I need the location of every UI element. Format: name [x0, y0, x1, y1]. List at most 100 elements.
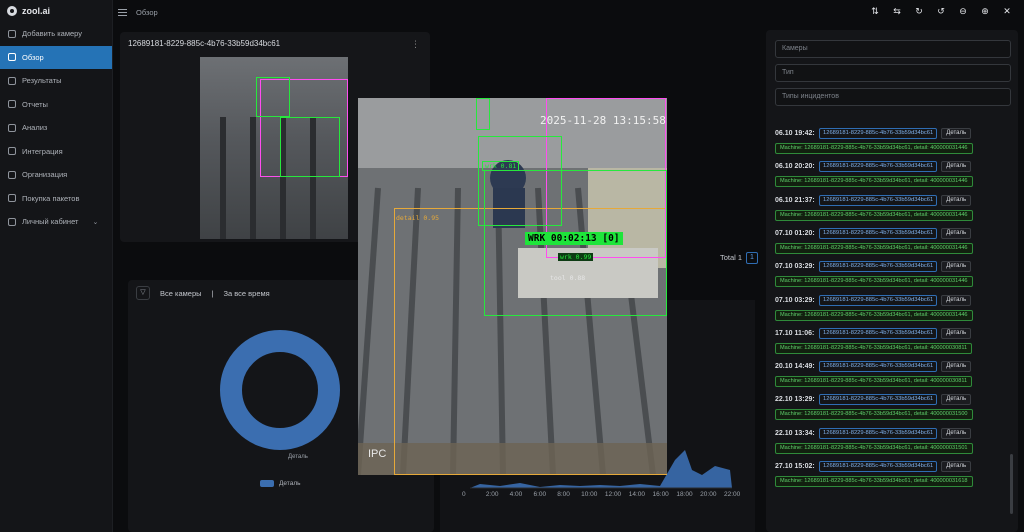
event-time: 07.10 03:29:	[775, 296, 815, 304]
flip-horizontal-icon[interactable]: ⇆	[890, 4, 904, 18]
x-tick-label: 22:00	[724, 491, 741, 498]
rotate-right-icon[interactable]: ↻	[912, 4, 926, 18]
scrollbar[interactable]	[1010, 454, 1013, 514]
event-detail-button[interactable]: Деталь	[941, 427, 972, 439]
floor-rail	[220, 117, 226, 239]
camera-thumbnail[interactable]	[200, 57, 348, 239]
close-icon[interactable]: ✕	[1000, 4, 1014, 18]
event-tag: Machine: 12689181-8229-885c-4b76-33b59d3…	[775, 409, 973, 421]
x-tick-label: 10:00	[581, 491, 598, 498]
event-item[interactable]: 07.10 01:20: 12689181-8229-885c-4b76-33b5…	[775, 227, 1011, 254]
total-count: Total 1	[720, 253, 743, 262]
event-item[interactable]: 07.10 03:29: 12689181-8229-885c-4b76-33b5…	[775, 260, 1011, 288]
event-detail-button[interactable]: Деталь	[941, 227, 972, 239]
x-tick-label: 4:00	[509, 491, 523, 498]
event-detail-button[interactable]: Деталь	[941, 461, 972, 472]
sidebar-item-reports[interactable]: Отчеты	[0, 93, 112, 117]
flip-vertical-icon[interactable]: ⇅	[868, 4, 882, 18]
event-time: 22.10 13:34:	[775, 429, 815, 437]
sidebar-item-buy-packages[interactable]: Покупка пакетов	[0, 187, 112, 211]
event-camera-chip[interactable]: 12689181-8229-885c-4b76-33b59d34bc61	[819, 461, 938, 472]
report-icon	[8, 100, 16, 109]
detection-box	[280, 117, 340, 177]
video-viewer[interactable]: detail 0.95 wrk 0.81 wrk 0.99 tool 0.88 …	[358, 98, 667, 475]
event-detail-button[interactable]: Деталь	[941, 261, 972, 273]
event-camera-chip[interactable]: 12689181-8229-885c-4b76-33b59d34bc61	[819, 327, 938, 339]
sidebar-item-overview[interactable]: Обзор	[0, 45, 112, 69]
sidebar-item-analysis[interactable]: Анализ	[0, 116, 112, 140]
legend-swatch	[260, 480, 274, 487]
event-detail-button[interactable]: Деталь	[941, 128, 972, 139]
filter-cameras[interactable]: Все камеры	[160, 289, 202, 298]
cameras-select[interactable]: Камеры	[775, 40, 1011, 58]
menu-toggle-icon[interactable]	[118, 8, 127, 16]
event-camera-chip[interactable]: 12689181-8229-885c-4b76-33b59d34bc61	[819, 361, 938, 373]
event-detail-button[interactable]: Деталь	[941, 194, 972, 206]
chart-legend[interactable]: Деталь	[260, 480, 301, 487]
event-camera-chip[interactable]: 12689181-8229-885c-4b76-33b59d34bc61	[819, 394, 938, 406]
event-item[interactable]: 22.10 13:29: 12689181-8229-885c-4b76-33b5…	[775, 393, 1011, 421]
event-tag: Machine: 12689181-8229-885c-4b76-33b59d3…	[775, 376, 973, 388]
event-camera-chip[interactable]: 12689181-8229-885c-4b76-33b59d34bc61	[819, 294, 938, 306]
event-tag: Machine: 12689181-8229-885c-4b76-33b59d3…	[775, 276, 973, 288]
event-camera-chip[interactable]: 12689181-8229-885c-4b76-33b59d34bc61	[819, 194, 938, 206]
event-camera-chip[interactable]: 12689181-8229-885c-4b76-33b59d34bc61	[819, 427, 938, 439]
event-item[interactable]: 07.10 03:29: 12689181-8229-885c-4b76-33b5…	[775, 294, 1011, 321]
event-tag: Machine: 12689181-8229-885c-4b76-33b59d3…	[775, 242, 973, 254]
event-camera-chip[interactable]: 12689181-8229-885c-4b76-33b59d34bc61	[819, 261, 938, 273]
donut-slice-label: Деталь	[288, 454, 308, 460]
zoom-in-icon[interactable]: ⊕	[978, 4, 992, 18]
more-options-icon[interactable]: ⋮	[411, 39, 420, 50]
event-time: 07.10 01:20:	[775, 229, 815, 237]
floor-rail	[250, 117, 256, 239]
brand[interactable]: zool.ai	[0, 0, 112, 22]
x-tick-label: 2:00	[485, 491, 499, 498]
brand-name: zool.ai	[22, 6, 51, 16]
sidebar-item-results[interactable]: Результаты	[0, 69, 112, 93]
event-detail-button[interactable]: Деталь	[941, 294, 972, 306]
filter-period[interactable]: За все время	[223, 289, 269, 298]
page-button[interactable]: 1	[746, 252, 758, 264]
link-icon	[8, 147, 16, 156]
sidebar-item-account[interactable]: Личный кабинет ⌄	[0, 210, 112, 234]
event-detail-button[interactable]: Деталь	[941, 361, 972, 373]
sidebar-item-integration[interactable]: Интеграция	[0, 140, 112, 164]
monitor-icon	[8, 53, 16, 62]
zoom-out-icon[interactable]: ⊖	[956, 4, 970, 18]
event-item[interactable]: 22.10 13:34: 12689181-8229-885c-4b76-33b5…	[775, 427, 1011, 454]
events-panel: Камеры Тип Типы инцидентов 06.10 19:42: 1…	[766, 30, 1018, 532]
topbar: Обзор ⇅ ⇆ ↻ ↺ ⊖ ⊕ ✕	[113, 0, 1024, 24]
analysis-icon	[8, 123, 16, 132]
event-item[interactable]: 06.10 20:20: 12689181-8229-885c-4b76-33b5…	[775, 160, 1011, 188]
video-timestamp: 2025-11-28 13:15:58	[540, 114, 666, 127]
work-timer-label: WRK 00:02:13 [0]	[525, 232, 623, 245]
sidebar-item-organization[interactable]: Организация	[0, 163, 112, 187]
x-tick-label: 0	[462, 491, 466, 498]
event-item[interactable]: 27.10 15:02: 12689181-8229-885c-4b76-33b5…	[775, 460, 1011, 487]
sidebar-item-add-camera[interactable]: Добавить камеру	[0, 22, 112, 46]
event-detail-button[interactable]: Деталь	[941, 161, 972, 173]
event-detail-button[interactable]: Деталь	[941, 327, 972, 339]
event-item[interactable]: 20.10 14:49: 12689181-8229-885c-4b76-33b5…	[775, 360, 1011, 388]
event-camera-chip[interactable]: 12689181-8229-885c-4b76-33b59d34bc61	[819, 128, 938, 139]
event-tag: Machine: 12689181-8229-885c-4b76-33b59d3…	[775, 176, 973, 188]
results-icon	[8, 76, 16, 85]
detection-label-work: wrk 0.99	[558, 253, 594, 261]
sidebar: zool.ai Добавить камеру Обзор Результаты…	[0, 0, 113, 532]
x-tick-label: 6:00	[533, 491, 547, 498]
type-select[interactable]: Тип	[775, 64, 1011, 82]
event-item[interactable]: 06.10 19:42: 12689181-8229-885c-4b76-33b5…	[775, 127, 1011, 154]
donut-chart[interactable]	[220, 330, 340, 450]
event-time: 17.10 11:06:	[775, 329, 815, 337]
filter-icon[interactable]: ▽	[136, 286, 150, 300]
rotate-left-icon[interactable]: ↺	[934, 4, 948, 18]
event-detail-button[interactable]: Деталь	[941, 394, 972, 406]
event-camera-chip[interactable]: 12689181-8229-885c-4b76-33b59d34bc61	[819, 227, 938, 239]
event-tag: Machine: 12689181-8229-885c-4b76-33b59d3…	[775, 342, 973, 354]
event-item[interactable]: 17.10 11:06: 12689181-8229-885c-4b76-33b5…	[775, 327, 1011, 354]
incident-types-select[interactable]: Типы инцидентов	[775, 88, 1011, 106]
event-tag: Machine: 12689181-8229-885c-4b76-33b59d3…	[775, 476, 973, 487]
event-tag: Machine: 12689181-8229-885c-4b76-33b59d3…	[775, 442, 973, 454]
event-camera-chip[interactable]: 12689181-8229-885c-4b76-33b59d34bc61	[819, 161, 938, 173]
event-item[interactable]: 06.10 21:37: 12689181-8229-885c-4b76-33b5…	[775, 194, 1011, 221]
